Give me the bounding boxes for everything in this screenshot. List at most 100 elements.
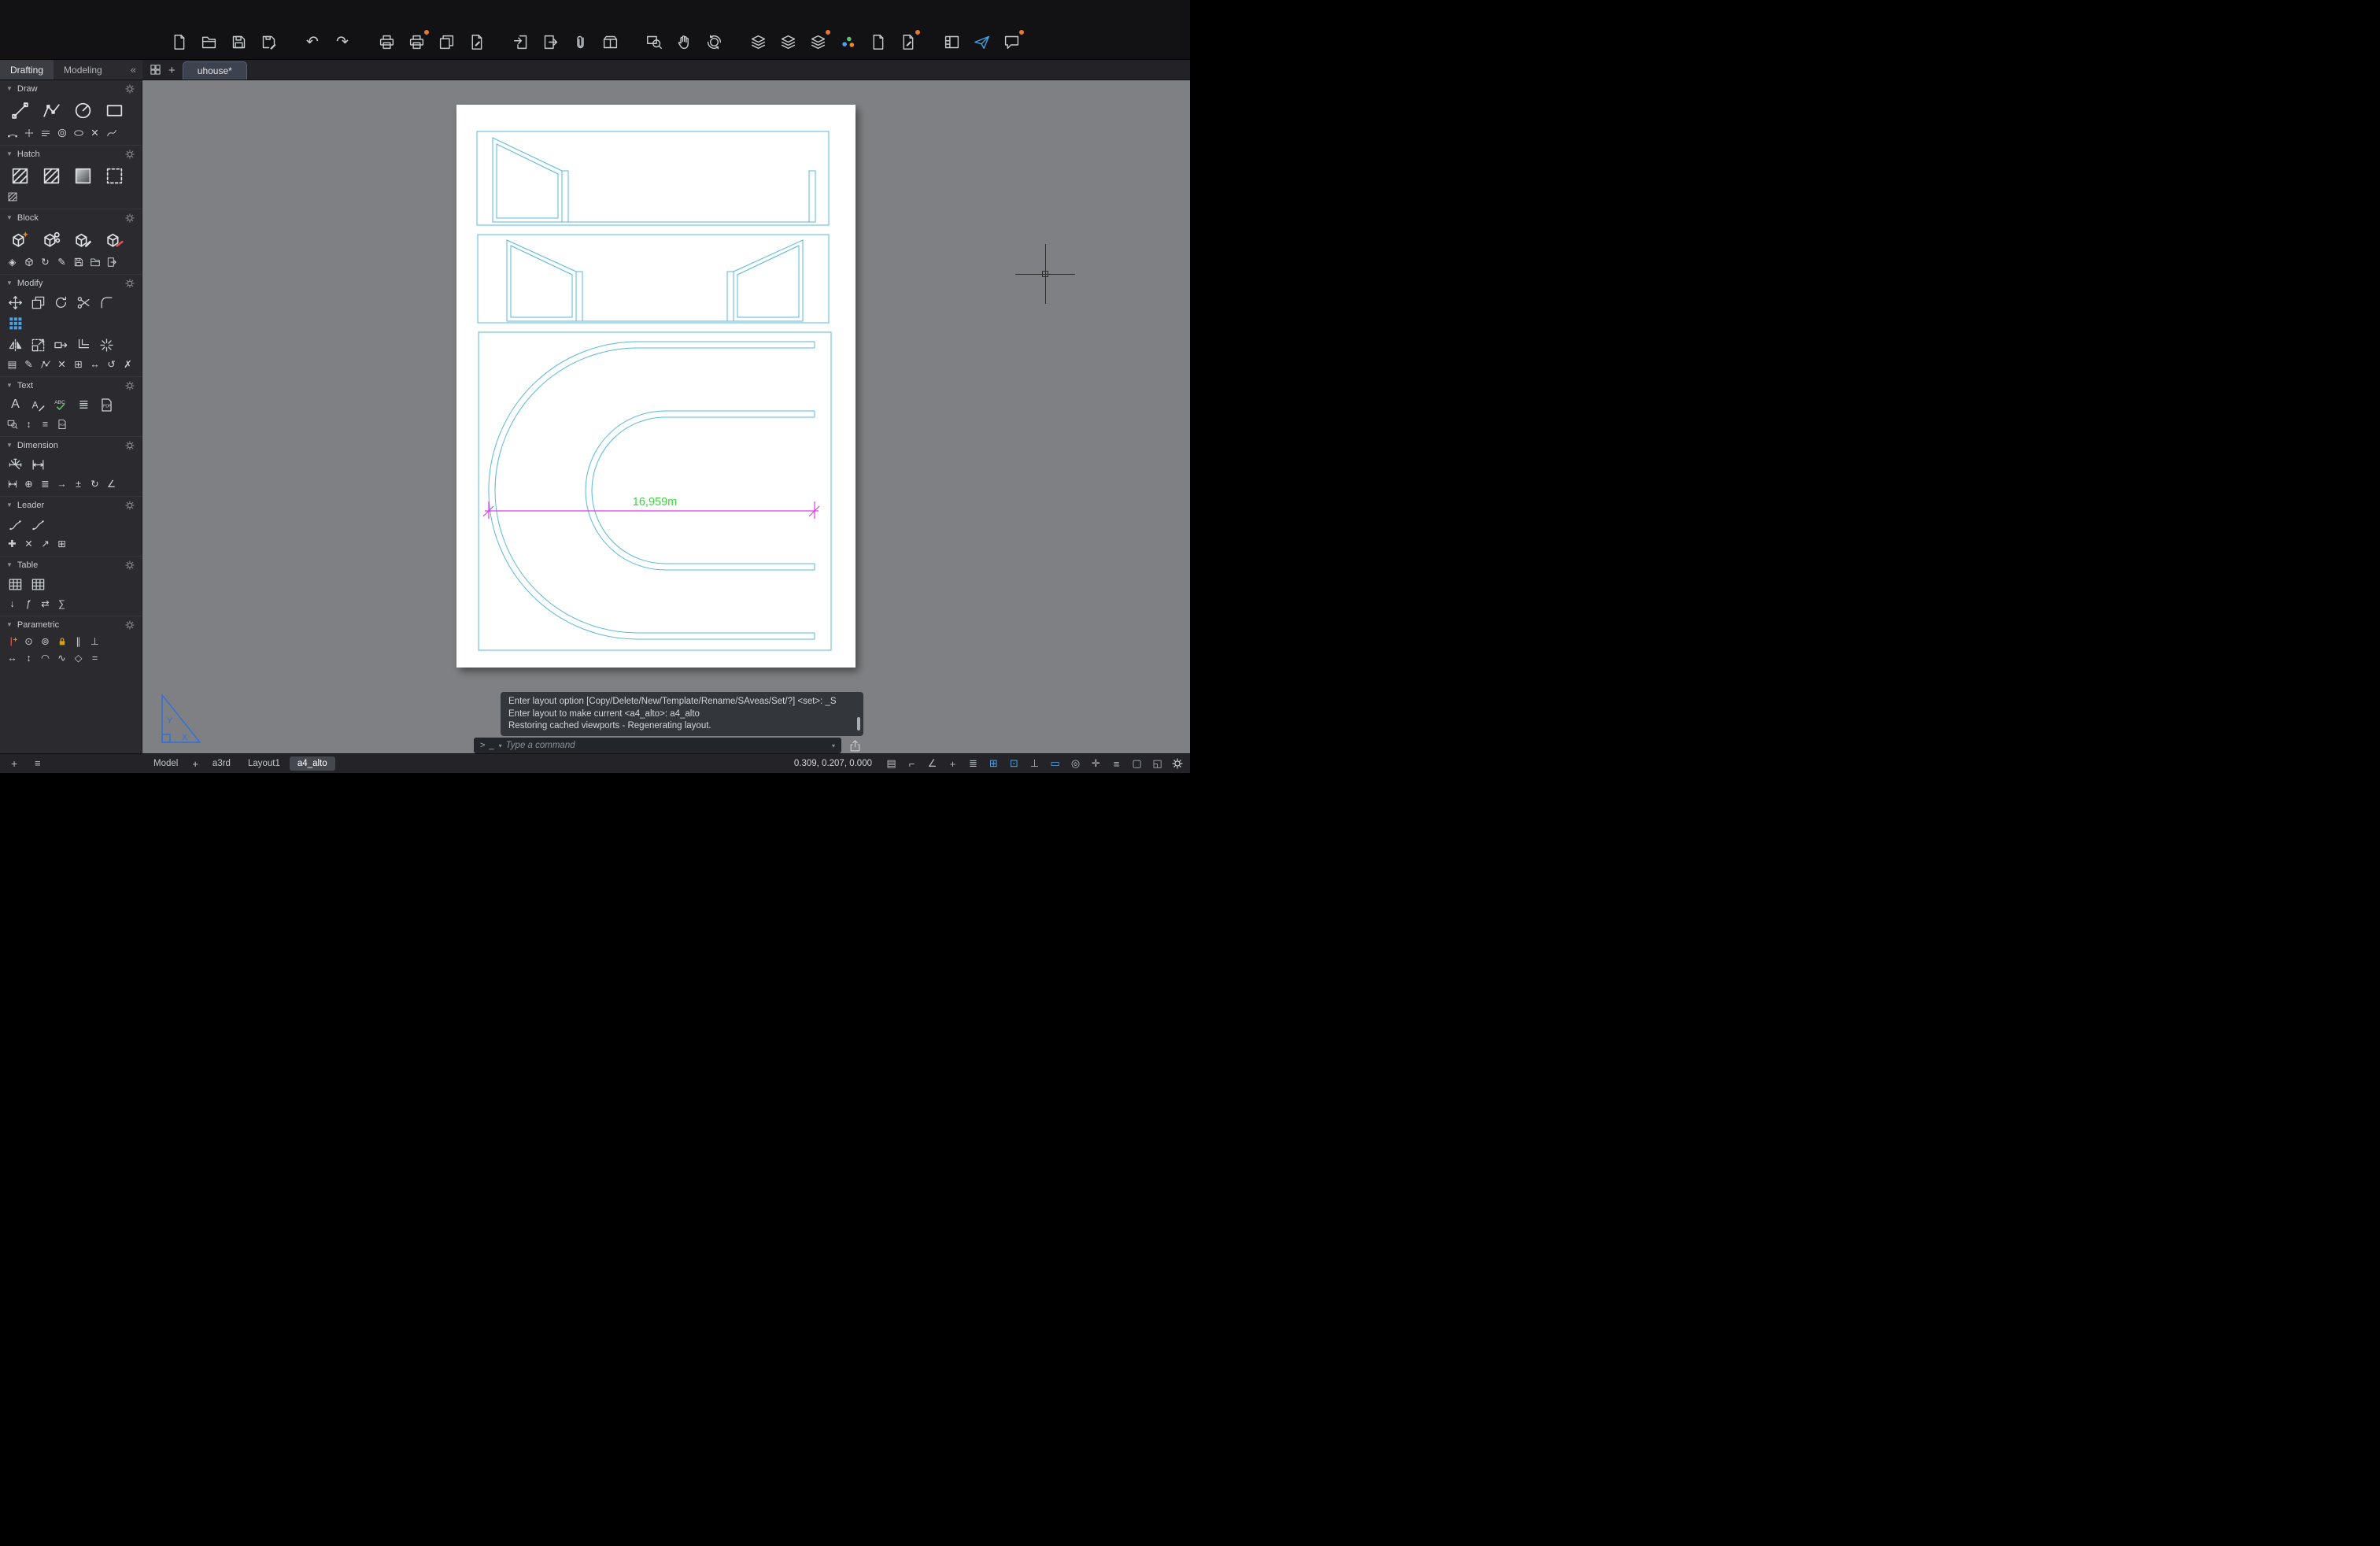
viewport-1[interactable] [477,131,829,225]
explode-icon[interactable] [95,335,118,355]
join-icon[interactable]: ⊞ [70,357,87,372]
reverse-icon[interactable]: ↺ [103,357,120,372]
baseline-dimension-icon[interactable]: ≣ [37,476,54,491]
dimension-break-icon[interactable]: ∠ [103,476,120,491]
new-drawing-tab-button[interactable]: + [168,64,176,77]
match-properties-icon[interactable]: ✎ [20,357,37,372]
move-icon[interactable] [4,292,27,313]
orbit-icon[interactable] [704,31,724,52]
pdf-import-icon[interactable] [95,394,118,415]
mtext-icon[interactable]: A [4,394,27,415]
command-scrollbar[interactable] [857,717,860,730]
multiline-icon[interactable] [37,125,54,140]
new-layout-button[interactable]: + [187,756,203,772]
section-settings-icon[interactable] [124,560,135,571]
edit-block-icon[interactable] [67,227,98,253]
center-mark-icon[interactable]: ⊕ [20,476,37,491]
hatch-settings-icon[interactable] [4,189,20,204]
gradient-icon[interactable] [67,163,98,189]
attach-reference-icon[interactable] [570,31,590,52]
purge-icon[interactable]: ✗ [120,357,136,372]
viewport-2[interactable] [478,235,829,323]
dimension-icon[interactable] [4,454,27,475]
section-collapse-icon[interactable]: ▼ [6,561,13,568]
section-settings-icon[interactable] [124,213,135,224]
object-snap-icon[interactable]: ◎ [1069,757,1082,771]
open-file-icon[interactable] [198,31,219,52]
edit-attribute-icon[interactable]: ✎ [54,254,70,269]
dimension-style-icon[interactable] [27,454,50,475]
tangent-constraint-icon[interactable]: ◠ [37,650,54,665]
layout-tab-a4_alto[interactable]: a4_alto [290,756,335,771]
etransmit-icon[interactable] [600,31,620,52]
command-input-bar[interactable]: > _ ▾ ▾ [474,738,841,753]
concentric-constraint-icon[interactable]: ⊚ [37,634,54,649]
dimension-update-icon[interactable]: ↻ [87,476,103,491]
u-shaped-plan-view[interactable] [489,342,815,639]
manage-attributes-icon[interactable] [20,254,37,269]
section-collapse-icon[interactable]: ▼ [6,501,13,509]
export-icon[interactable] [540,31,560,52]
single-text-icon[interactable] [27,394,50,415]
save-as-icon[interactable] [258,31,279,52]
symmetric-constraint-icon[interactable]: ◇ [70,650,87,665]
collapse-palette-button[interactable]: « [124,60,142,80]
lineweight-icon[interactable]: ≡ [1110,757,1123,771]
table-icon[interactable] [4,574,27,594]
plot-style-icon[interactable] [466,31,486,52]
multileader-icon[interactable] [4,514,27,534]
vertical-constraint-icon[interactable]: ↕ [20,650,37,665]
elevation-view-2[interactable] [507,240,803,321]
tab-drafting[interactable]: Drafting [0,60,54,80]
add-leader-icon[interactable]: ✚ [4,536,20,551]
tool-palettes-icon[interactable] [941,31,962,52]
trim-icon[interactable] [72,292,95,313]
section-collapse-icon[interactable]: ▼ [6,279,13,287]
section-settings-icon[interactable] [124,278,135,289]
plot-icon[interactable] [376,31,397,52]
ellipse-icon[interactable] [70,125,87,140]
sync-attributes-icon[interactable]: ↻ [37,254,54,269]
multileader-style-icon[interactable] [27,514,50,534]
section-collapse-icon[interactable]: ▼ [6,85,13,92]
tab-modeling[interactable]: Modeling [54,60,113,80]
grid-corner-icon[interactable]: ⌐ [905,757,918,771]
annotation-doc-icon[interactable] [867,31,888,52]
section-collapse-icon[interactable]: ▼ [6,382,13,389]
linear-dimension-icon[interactable] [4,476,20,491]
dynamic-input-icon[interactable]: + [946,757,959,771]
section-settings-icon[interactable] [124,149,135,160]
section-collapse-icon[interactable]: ▼ [6,214,13,221]
share-icon[interactable] [848,739,862,753]
viewport-3[interactable] [479,332,831,650]
model-space-icon[interactable]: ▤ [885,757,898,771]
color-settings-icon[interactable] [837,31,858,52]
break-icon[interactable]: ✕ [87,125,103,140]
snap-mode-icon[interactable]: ⊡ [1007,757,1021,771]
text-scale-icon[interactable]: ↕ [20,416,37,431]
coincident-constraint-icon[interactable]: ⊙ [20,634,37,649]
plot-preview-icon[interactable] [406,31,427,52]
stretch-icon[interactable] [50,335,72,355]
paper-sheet[interactable]: 16,959m [456,105,856,668]
save-icon[interactable] [228,31,249,52]
circle-icon[interactable] [67,98,98,124]
ortho-mode-icon[interactable]: ⊥ [1028,757,1041,771]
command-expand-caret-icon[interactable]: ▾ [832,742,835,749]
redo-icon[interactable]: ↷ [332,31,353,52]
save-block-icon[interactable] [70,254,87,269]
section-settings-icon[interactable] [124,500,135,511]
drawing-tab-uhouse[interactable]: uhouse* [183,61,247,80]
status-menu-icon[interactable]: ≡ [35,757,41,769]
undo-icon[interactable]: ↶ [302,31,323,52]
settings-gear-icon[interactable] [1171,757,1184,770]
block-library-icon[interactable] [87,254,103,269]
remove-leader-icon[interactable]: ✕ [20,536,37,551]
section-collapse-icon[interactable]: ▼ [6,442,13,449]
text-align-icon[interactable]: ≣ [72,394,95,415]
layout-tab-layout1[interactable]: Layout1 [240,756,288,771]
continue-dimension-icon[interactable]: → [54,476,70,491]
section-settings-icon[interactable] [124,83,135,94]
feedback-icon[interactable] [1001,31,1022,52]
align-leaders-icon[interactable]: ↗ [37,536,54,551]
